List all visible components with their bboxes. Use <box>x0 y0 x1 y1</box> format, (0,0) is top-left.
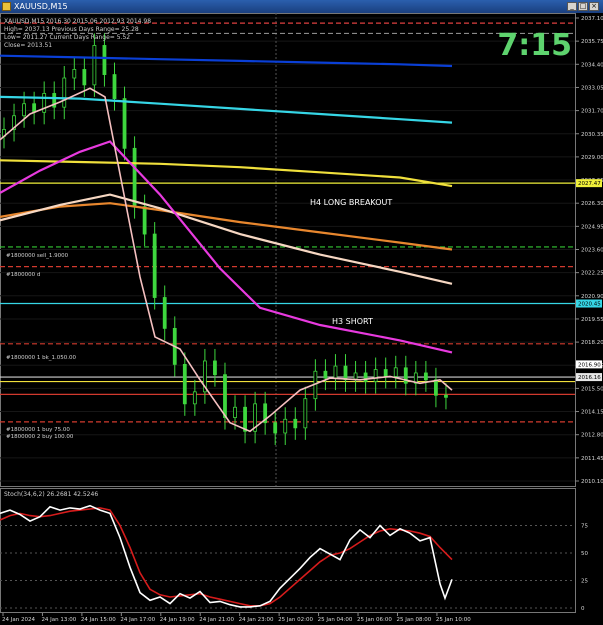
time-tick-label: 25 Jan 02:00 <box>278 617 313 623</box>
stoch-label: Stoch(34,6,2) 26.2681 42.5246 <box>4 491 98 498</box>
price-tick-label: 2018.20 <box>581 340 603 346</box>
candle-body <box>192 391 197 405</box>
time-tick-label: 25 Jan 08:00 <box>396 617 431 623</box>
order-tag-buy-1: #1800000 1 buy 75.00 <box>6 427 70 433</box>
candle-body <box>303 398 308 429</box>
candle-body <box>92 45 97 86</box>
chart-window-icon <box>2 2 11 11</box>
candle-body <box>82 69 87 86</box>
price-tick-label: 2011.45 <box>581 456 603 462</box>
price-tick-label: 2029.00 <box>581 155 603 161</box>
info-line-3: Low= 2011.27 Current Days Range= 5.52 <box>4 34 130 41</box>
price-tick-label: 2012.80 <box>581 433 603 439</box>
candle-body <box>363 372 368 382</box>
candle-body <box>112 74 117 99</box>
close-button[interactable]: × <box>589 2 599 11</box>
candle-body <box>423 372 428 381</box>
time-tick-label: 24 Jan 21:00 <box>199 617 234 623</box>
candle-body <box>22 103 26 117</box>
candle-body <box>132 147 137 208</box>
price-tick-label: 2037.10 <box>581 16 603 22</box>
price-tick-label: 2014.15 <box>581 410 603 416</box>
price-tick-label: 2019.55 <box>581 317 603 323</box>
candle-body <box>283 418 288 434</box>
candle-body <box>434 379 438 396</box>
time-tick-label: 24 Jan 15:00 <box>81 617 116 623</box>
candle-body <box>373 369 378 382</box>
info-line-2: High= 2037.13 Previous Days Range= 25.28 <box>4 26 139 33</box>
price-chart[interactable]: XAUUSD,M15 2016.30 2015.06 2012.93 2014.… <box>0 13 603 625</box>
candle-body <box>383 369 388 377</box>
candle-body <box>343 365 348 381</box>
order-tag-buy-2: #1800000 2 buy 100.00 <box>6 434 74 440</box>
moving-average-line <box>0 159 453 188</box>
title-bar[interactable]: XAUUSD,M15 _ □ × <box>0 0 603 13</box>
info-line-1: XAUUSD,M15 2016.30 2015.06 2012.93 2014.… <box>4 18 151 25</box>
clock-display: 7:15 <box>497 28 572 63</box>
price-tick-label: 2024.95 <box>581 224 603 230</box>
stochastic-line <box>0 504 453 608</box>
candle-body <box>213 360 217 376</box>
price-tick-label: 2010.10 <box>581 479 603 485</box>
candle-body <box>142 206 147 235</box>
time-tick-label: 24 Jan 19:00 <box>160 617 195 623</box>
candle-body <box>273 422 278 434</box>
candle-body <box>152 233 157 298</box>
window-title: XAUUSD,M15 <box>14 2 68 11</box>
price-tick-label: 2035.75 <box>581 39 603 45</box>
time-tick-label: 25 Jan 06:00 <box>357 617 392 623</box>
price-tick-label: 2034.40 <box>581 62 603 68</box>
stoch-tick-label: 25 <box>581 579 588 585</box>
maximize-button[interactable]: □ <box>578 2 588 11</box>
price-tick-label: 2015.50 <box>581 386 603 392</box>
price-flag-label-current_b: 2016.90 <box>578 362 601 368</box>
info-line-4: Close= 2013.51 <box>4 42 52 49</box>
order-tag-bk: #1800000 1 bk_1.050.00 <box>6 355 77 361</box>
price-flag-label-h3: 2020.45 <box>578 302 601 308</box>
candle-body <box>233 406 237 418</box>
price-flag-label-current_a: 2016.16 <box>578 375 601 381</box>
order-tag-sell: #1800000 sell_1.9000 <box>6 253 69 259</box>
price-tick-label: 2030.35 <box>581 132 603 138</box>
candle-body <box>72 69 77 79</box>
candle-body <box>102 45 107 75</box>
order-tag-d: #1800000 d <box>6 272 40 278</box>
candle-body <box>293 418 298 429</box>
price-tick-label: 2033.05 <box>581 85 603 91</box>
stochastic-line <box>0 507 453 607</box>
moving-average-line <box>0 95 453 124</box>
candle-body <box>243 406 247 432</box>
time-tick-label: 24 Jan 2024 <box>2 617 35 623</box>
candle-body <box>323 370 328 379</box>
minimize-button[interactable]: _ <box>567 2 577 11</box>
time-tick-label: 24 Jan 17:00 <box>120 617 155 623</box>
candle-body <box>182 363 187 405</box>
time-tick-label: 24 Jan 23:00 <box>239 617 274 623</box>
price-tick-label: 2022.25 <box>581 271 603 277</box>
candle-body <box>333 365 338 379</box>
price-tick-label: 2020.90 <box>581 294 603 300</box>
price-tick-label: 2023.60 <box>581 248 603 254</box>
moving-average-line <box>0 193 453 285</box>
chart-window: XAUUSD,M15 _ □ × XAUUSD,M15 2016.30 2015… <box>0 0 603 625</box>
stoch-tick-label: 0 <box>581 606 585 612</box>
h3-short-label: H3 SHORT <box>332 317 373 326</box>
h4-breakout-label: H4 LONG BREAKOUT <box>310 198 392 207</box>
time-tick-label: 25 Jan 10:00 <box>436 617 471 623</box>
candle-body <box>393 367 398 377</box>
price-tick-label: 2026.30 <box>581 201 603 207</box>
price-flag-label-h4: 2027.47 <box>578 181 601 187</box>
candle-body <box>122 98 127 149</box>
candle-body <box>62 77 67 108</box>
time-tick-label: 24 Jan 13:00 <box>41 617 76 623</box>
candle-body <box>162 297 167 329</box>
stoch-tick-label: 50 <box>581 551 588 557</box>
time-tick-label: 25 Jan 04:00 <box>318 617 353 623</box>
candle-body <box>223 374 227 418</box>
candle-body <box>444 394 448 398</box>
price-tick-label: 2031.70 <box>581 109 603 115</box>
stoch-tick-label: 75 <box>581 524 588 530</box>
candle-body <box>32 103 37 113</box>
